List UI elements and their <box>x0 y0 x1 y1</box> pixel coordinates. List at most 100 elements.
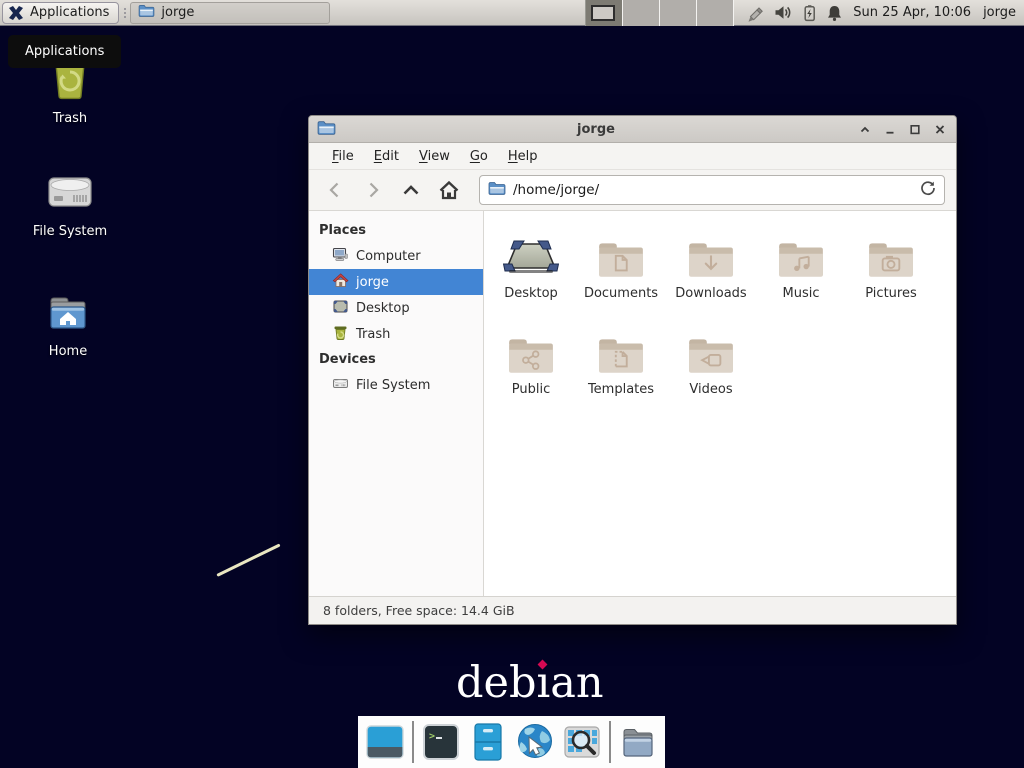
taskbar-window-label: jorge <box>161 5 194 20</box>
file-label: Downloads <box>675 286 746 301</box>
applications-menu-label: Applications <box>30 5 109 20</box>
show-desktop-icon[interactable] <box>365 721 405 763</box>
sidebar-item-label: Trash <box>356 327 390 342</box>
file-videos[interactable]: Videos <box>666 320 756 416</box>
desktop-surface-icon <box>503 224 559 280</box>
panel-username[interactable]: jorge <box>983 5 1016 20</box>
workspace-4[interactable] <box>697 0 734 26</box>
sidebar-item-desktop[interactable]: Desktop <box>309 295 483 321</box>
workspace-switcher <box>585 0 734 26</box>
menu-go[interactable]: Go <box>461 145 497 168</box>
reload-icon[interactable] <box>920 180 936 200</box>
dock-separator <box>412 721 414 763</box>
file-label: Templates <box>588 382 654 397</box>
titlebar[interactable]: jorge <box>309 116 956 143</box>
workspace-3[interactable] <box>660 0 697 26</box>
applications-menu-button[interactable]: Applications <box>2 2 119 24</box>
folder-documents-icon <box>596 224 646 280</box>
window-folder-icon <box>317 120 336 139</box>
dock-separator <box>609 721 611 763</box>
folder-videos-icon <box>686 320 736 376</box>
file-label: Pictures <box>865 286 916 301</box>
home-icon[interactable] <box>431 175 467 205</box>
desktop-icon-label: Trash <box>53 111 87 126</box>
file-label: Music <box>783 286 820 301</box>
harddrive-icon <box>45 172 95 218</box>
file-documents[interactable]: Documents <box>576 224 666 320</box>
terminal-icon[interactable]: > <box>421 721 461 763</box>
workspace-1[interactable] <box>586 0 623 26</box>
menu-file[interactable]: File <box>323 145 363 168</box>
volume-icon[interactable] <box>774 4 792 21</box>
desktop-icon-home[interactable]: Home <box>13 292 123 359</box>
notifications-bell-icon[interactable] <box>826 4 843 22</box>
sidebar-header-devices: Devices <box>309 347 483 372</box>
folder-music-icon <box>776 224 826 280</box>
desktop-icon-label: Home <box>49 344 87 359</box>
folder-icon[interactable] <box>618 721 658 763</box>
file-label: Videos <box>689 382 732 397</box>
up-icon[interactable] <box>393 175 429 205</box>
home-icon <box>332 272 349 293</box>
folder-downloads-icon <box>686 224 736 280</box>
file-manager-window: jorge File Edit View Go Help <box>308 115 957 625</box>
sidebar-item-trash[interactable]: Trash <box>309 321 483 347</box>
file-downloads[interactable]: Downloads <box>666 224 756 320</box>
folder-icon <box>138 4 155 21</box>
sidebar: Places Computer <box>309 211 484 596</box>
system-tray <box>746 4 843 22</box>
trash-icon <box>332 324 349 345</box>
sidebar-header-places: Places <box>309 218 483 243</box>
statusbar: 8 folders, Free space: 14.4 GiB <box>309 596 956 624</box>
taskbar-window-button[interactable]: jorge <box>130 2 330 24</box>
applications-tooltip: Applications <box>8 35 121 68</box>
file-public[interactable]: Public <box>486 320 576 416</box>
forward-icon[interactable] <box>355 175 391 205</box>
battery-charging-icon[interactable] <box>801 4 817 22</box>
folder-share-icon <box>506 320 556 376</box>
desktop-icon <box>332 298 349 319</box>
sidebar-item-jorge[interactable]: jorge <box>309 269 483 295</box>
sidebar-item-label: Desktop <box>356 301 410 316</box>
back-icon[interactable] <box>317 175 353 205</box>
path-bar[interactable]: /home/jorge/ <box>479 175 945 205</box>
drive-icon <box>332 375 349 396</box>
menubar: File Edit View Go Help <box>309 143 956 170</box>
sidebar-item-label: Computer <box>356 249 421 264</box>
file-label: Desktop <box>504 286 558 301</box>
menu-view[interactable]: View <box>410 145 459 168</box>
file-pictures[interactable]: Pictures <box>846 224 936 320</box>
shade-icon[interactable] <box>856 121 873 138</box>
file-cabinet-icon[interactable] <box>468 721 508 763</box>
files-area: Desktop Documents <box>484 211 956 596</box>
clock[interactable]: Sun 25 Apr, 10:06 <box>853 5 971 20</box>
xfce-x-icon <box>7 4 25 22</box>
statusbar-text: 8 folders, Free space: 14.4 GiB <box>323 603 515 618</box>
path-input[interactable]: /home/jorge/ <box>513 182 913 198</box>
sidebar-item-file-system[interactable]: File System <box>309 372 483 398</box>
folder-templates-icon <box>596 320 646 376</box>
panel-handle[interactable] <box>120 2 129 24</box>
workspace-2[interactable] <box>623 0 660 26</box>
file-desktop[interactable]: Desktop <box>486 224 576 320</box>
bottom-dock: > <box>358 716 665 768</box>
debian-wallpaper-logo: debıan <box>456 658 604 708</box>
desktop-icon-file-system[interactable]: File System <box>15 172 125 239</box>
desktop-icon-label: File System <box>33 224 107 239</box>
file-templates[interactable]: Templates <box>576 320 666 416</box>
stylus-icon[interactable] <box>746 4 765 22</box>
close-icon[interactable] <box>931 121 948 138</box>
minimize-icon[interactable] <box>881 121 898 138</box>
svg-text:>: > <box>429 731 435 742</box>
maximize-icon[interactable] <box>906 121 923 138</box>
app-finder-icon[interactable] <box>562 721 602 763</box>
menu-edit[interactable]: Edit <box>365 145 408 168</box>
file-label: Documents <box>584 286 658 301</box>
cursor-trail-artifact <box>216 543 280 576</box>
window-title: jorge <box>336 122 856 137</box>
web-browser-icon[interactable] <box>515 721 555 763</box>
folder-icon <box>488 181 506 199</box>
file-music[interactable]: Music <box>756 224 846 320</box>
menu-help[interactable]: Help <box>499 145 547 168</box>
sidebar-item-computer[interactable]: Computer <box>309 243 483 269</box>
